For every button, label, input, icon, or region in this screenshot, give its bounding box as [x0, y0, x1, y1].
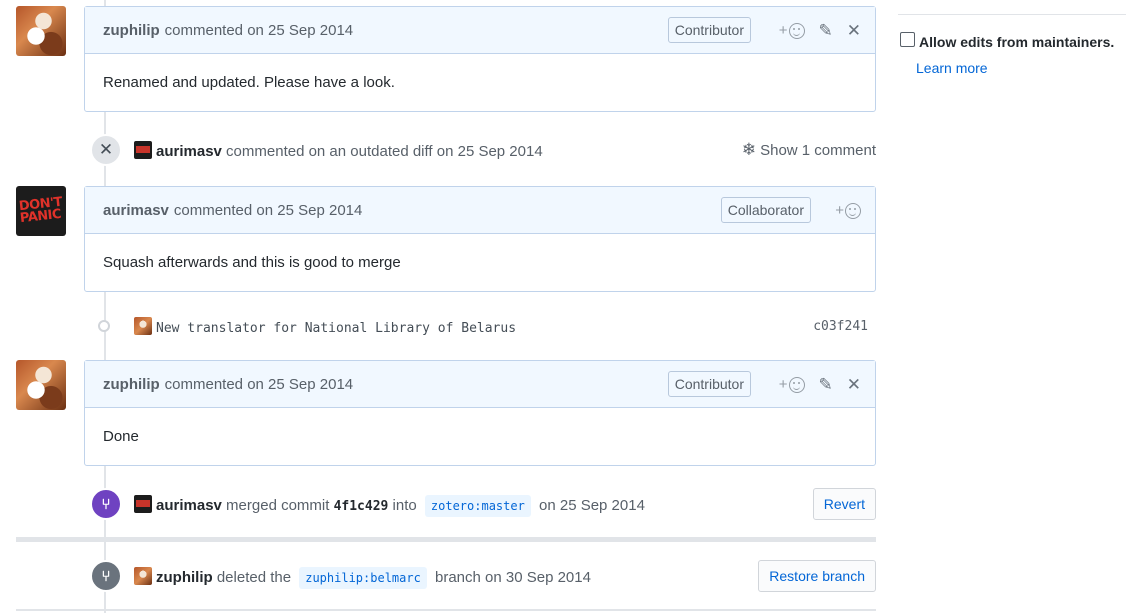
- reaction-plus: +: [835, 202, 844, 219]
- deleted-branch-event: ⑂ zuphilip deleted the zuphilip:belmarc …: [84, 556, 876, 596]
- close-icon[interactable]: ✕: [847, 22, 861, 39]
- close-icon[interactable]: ✕: [847, 376, 861, 393]
- learn-more-link[interactable]: Learn more: [916, 60, 988, 76]
- delete-text-1: deleted the: [216, 568, 292, 586]
- deleted-text: zuphilip deleted the zuphilip:belmarc br…: [134, 566, 591, 589]
- smiley-icon: [845, 202, 861, 219]
- merge-commit-sha[interactable]: 4f1c429: [334, 499, 389, 514]
- comment-3: zuphilip commented on 25 Sep 2014 Contri…: [84, 360, 876, 466]
- comment-author[interactable]: aurimasv: [103, 202, 169, 219]
- commit-sha[interactable]: c03f241: [813, 319, 868, 334]
- mini-avatar-zuphilip[interactable]: [134, 316, 152, 335]
- commit-text: New translator for National Library of B…: [134, 316, 516, 336]
- comment-1: zuphilip commented on 25 Sep 2014 Contri…: [84, 6, 876, 112]
- merged-event: ⑂ aurimasv merged commit 4f1c429 into zo…: [84, 484, 876, 524]
- avatar-zuphilip[interactable]: [16, 6, 66, 56]
- pencil-icon[interactable]: ✎: [819, 376, 833, 393]
- outdated-description: commented on an outdated diff on 25 Sep …: [226, 142, 543, 160]
- commit-event: New translator for National Library of B…: [84, 306, 876, 346]
- outdated-diff-event: ✕ aurimasv commented on an outdated diff…: [84, 130, 876, 170]
- commit-dot-icon: [98, 320, 110, 332]
- event-author[interactable]: zuphilip: [156, 569, 213, 586]
- pencil-icon[interactable]: ✎: [819, 22, 833, 39]
- avatar-zuphilip[interactable]: [16, 360, 66, 410]
- bottom-divider: [16, 609, 876, 611]
- comment-meta[interactable]: commented on 25 Sep 2014: [165, 22, 353, 39]
- mini-avatar-aurimasv[interactable]: [134, 140, 152, 159]
- revert-button[interactable]: Revert: [812, 488, 876, 520]
- comment-meta[interactable]: commented on 25 Sep 2014: [165, 376, 353, 393]
- pr-timeline-page: zuphilip commented on 25 Sep 2014 Contri…: [0, 0, 1131, 613]
- comment-actions: +: [835, 187, 861, 234]
- git-merge-icon: ⑂: [90, 488, 122, 520]
- git-branch-icon: ⑂: [90, 560, 122, 592]
- role-badge: Contributor: [667, 17, 751, 43]
- mini-avatar-aurimasv[interactable]: [134, 494, 152, 513]
- x-icon: ✕: [90, 134, 122, 166]
- add-reaction-button[interactable]: +: [779, 22, 805, 39]
- sidebar-rule: [898, 14, 1126, 15]
- allow-edits-label[interactable]: Allow edits from maintainers.: [919, 34, 1114, 50]
- unfold-icon: ❄: [741, 140, 757, 159]
- allow-edits-checkbox[interactable]: [900, 32, 915, 47]
- comment-2: aurimasv commented on 25 Sep 2014 Collab…: [84, 186, 876, 292]
- comment-actions: + ✎ ✕: [779, 361, 861, 408]
- smiley-icon: [788, 22, 805, 39]
- add-reaction-button[interactable]: +: [779, 376, 805, 393]
- merged-text: aurimasv merged commit 4f1c429 into zote…: [134, 494, 645, 517]
- reaction-plus: +: [778, 376, 788, 393]
- restore-branch-button[interactable]: Restore branch: [758, 560, 876, 592]
- comment-header: zuphilip commented on 25 Sep 2014 Contri…: [85, 7, 875, 54]
- merge-text-2: into: [392, 496, 417, 514]
- avatar-aurimasv[interactable]: DON'T PANIC: [16, 186, 66, 236]
- comment-actions: + ✎ ✕: [779, 7, 861, 54]
- target-branch[interactable]: zotero:master: [424, 494, 531, 517]
- outdated-text: aurimasv commented on an outdated diff o…: [134, 140, 543, 160]
- mini-avatar-zuphilip[interactable]: [134, 566, 152, 585]
- comment-author[interactable]: zuphilip: [103, 376, 160, 393]
- merge-text-3: on 25 Sep 2014: [539, 496, 645, 514]
- show-comment-link[interactable]: ❄ Show 1 comment: [742, 140, 876, 160]
- comment-author[interactable]: zuphilip: [103, 22, 160, 39]
- delete-text-2: branch on 30 Sep 2014: [435, 568, 591, 586]
- comment-body: Squash afterwards and this is good to me…: [103, 254, 401, 271]
- add-reaction-button[interactable]: +: [835, 202, 861, 219]
- merge-text-1: merged commit: [226, 496, 330, 514]
- comment-body: Done: [103, 428, 139, 445]
- event-author[interactable]: aurimasv: [156, 497, 222, 514]
- smiley-icon: [788, 376, 805, 393]
- role-badge: Contributor: [667, 371, 751, 397]
- comment-meta[interactable]: commented on 25 Sep 2014: [174, 202, 362, 219]
- comment-header: zuphilip commented on 25 Sep 2014 Contri…: [85, 361, 875, 408]
- role-badge: Collaborator: [720, 197, 811, 223]
- comment-header: aurimasv commented on 25 Sep 2014 Collab…: [85, 187, 875, 234]
- comment-body: Renamed and updated. Please have a look.: [103, 74, 395, 91]
- show-comment-label: Show 1 comment: [760, 141, 876, 159]
- timeline-divider: [16, 537, 876, 542]
- reaction-plus: +: [778, 22, 788, 39]
- avatar-text-line2: PANIC: [19, 206, 63, 227]
- commit-message[interactable]: New translator for National Library of B…: [156, 321, 516, 336]
- deleted-branch[interactable]: zuphilip:belmarc: [299, 566, 427, 589]
- event-author[interactable]: aurimasv: [156, 143, 222, 160]
